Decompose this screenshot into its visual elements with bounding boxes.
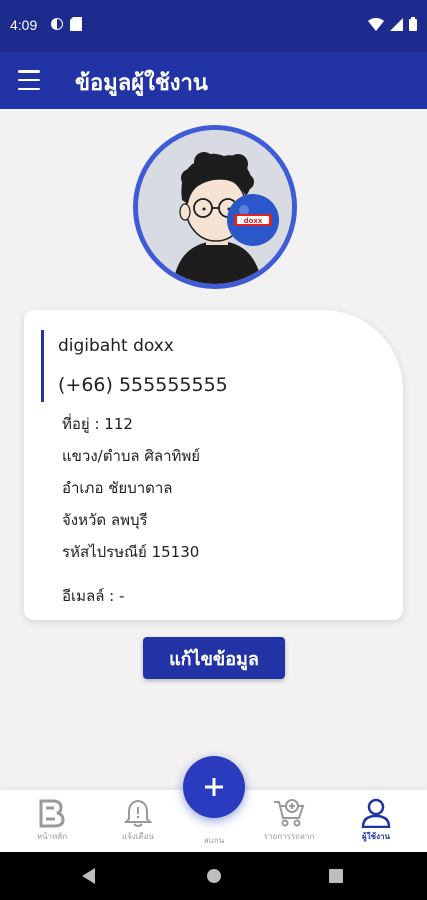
avatar[interactable]: doxx xyxy=(133,125,297,289)
nav-item-home[interactable]: หน้าหลัก xyxy=(17,798,87,850)
profile-postcode: รหัสไปรษณีย์ 15130 xyxy=(62,543,200,561)
nav-item-tow-list[interactable]: รายการรถลาก xyxy=(254,798,324,850)
home-circle-icon[interactable] xyxy=(206,868,222,884)
system-nav-bar xyxy=(0,852,427,900)
cart-icon xyxy=(274,799,305,827)
avatar-illustration: doxx xyxy=(138,130,292,284)
back-icon[interactable] xyxy=(82,868,96,884)
bell-icon xyxy=(123,799,153,827)
nav-label-scan: สแกน xyxy=(203,836,225,845)
avatar-logo-text: doxx xyxy=(244,217,263,225)
status-bar: 4:09 xyxy=(0,0,427,52)
nav-label-user: ผู้ใช้งาน xyxy=(362,832,390,841)
page-title: ข้อมูลผู้ใช้งาน xyxy=(75,71,208,96)
menu-icon[interactable] xyxy=(18,70,40,90)
profile-phone: (+66) 555555555 xyxy=(58,374,228,396)
status-icons-right xyxy=(368,17,417,31)
home-logo-icon xyxy=(39,799,65,828)
status-time: 4:09 xyxy=(10,17,38,33)
nav-item-user[interactable]: ผู้ใช้งาน xyxy=(341,798,411,850)
nav-label-notifications: แจ้งเตือน xyxy=(122,832,154,841)
user-icon xyxy=(361,798,391,828)
profile-subdistrict: แขวง/ตำบล ศิลาทิพย์ xyxy=(62,447,201,465)
card-accent-bar xyxy=(41,330,44,402)
profile-district: อำเภอ ชัยบาดาล xyxy=(62,479,173,497)
scan-fab-button[interactable] xyxy=(183,756,245,818)
status-icons-left xyxy=(50,17,82,31)
recents-icon[interactable] xyxy=(329,869,343,883)
notification-app-icon xyxy=(51,18,63,30)
nav-label-tow-list: รายการรถลาก xyxy=(263,832,315,841)
profile-name: digibaht doxx xyxy=(58,336,174,356)
nav-item-notifications[interactable]: แจ้งเตือน xyxy=(103,798,173,850)
battery-icon xyxy=(409,17,417,31)
edit-profile-button[interactable]: แก้ไขข้อมูล xyxy=(143,637,285,679)
plus-icon xyxy=(205,778,223,796)
signal-icon xyxy=(390,17,403,31)
wifi-icon xyxy=(368,17,384,31)
profile-card: digibaht doxx (+66) 555555555 ที่อยู่ : … xyxy=(24,310,403,620)
app-bar: ข้อมูลผู้ใช้งาน xyxy=(0,52,427,109)
profile-province: จังหวัด ลพบุรี xyxy=(62,511,148,529)
nav-label-home: หน้าหลัก xyxy=(36,832,68,841)
sd-card-icon xyxy=(70,17,82,31)
profile-email: อีเมลล์ : - xyxy=(62,587,125,605)
profile-address: ที่อยู่ : 112 xyxy=(62,415,133,433)
